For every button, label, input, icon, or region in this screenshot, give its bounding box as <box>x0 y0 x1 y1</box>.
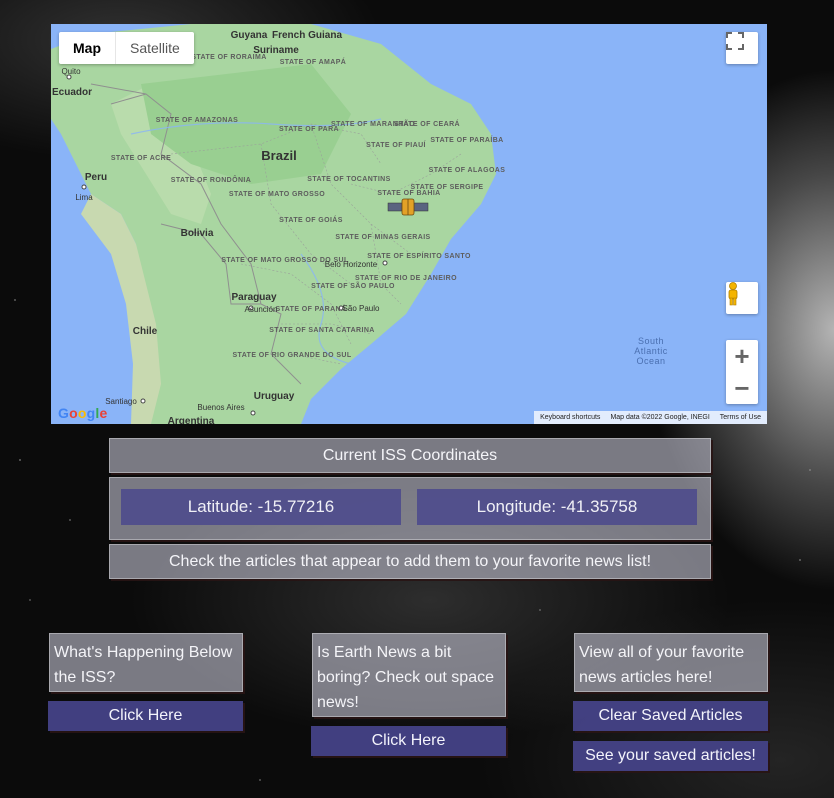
favorites-hint: Check the articles that appear to add th… <box>109 544 711 579</box>
zoom-in-button[interactable]: + <box>726 340 758 372</box>
fullscreen-icon <box>726 32 744 50</box>
zoom-control: + − <box>726 340 758 404</box>
svg-text:São Paulo: São Paulo <box>343 304 380 313</box>
svg-text:Lima: Lima <box>75 193 93 202</box>
latitude-display: Latitude: -15.77216 <box>121 489 401 525</box>
svg-text:STATE OF GOIÁS: STATE OF GOIÁS <box>279 215 343 224</box>
favorites-text: View all of your favorite news articles … <box>579 644 745 686</box>
svg-text:STATE OF SÃO PAULO: STATE OF SÃO PAULO <box>311 281 395 290</box>
svg-text:STATE OF PARÁ: STATE OF PARÁ <box>279 124 339 133</box>
svg-text:STATE OF ESPÍRITO SANTO: STATE OF ESPÍRITO SANTO <box>367 251 471 260</box>
svg-text:STATE OF PIAUÍ: STATE OF PIAUÍ <box>366 140 426 149</box>
svg-text:STATE OF ALAGOAS: STATE OF ALAGOAS <box>429 167 506 174</box>
terms-link[interactable]: Terms of Use <box>720 412 761 423</box>
svg-text:Ecuador: Ecuador <box>52 87 92 98</box>
svg-text:STATE OF PARANÁ: STATE OF PARANÁ <box>276 304 347 313</box>
svg-text:Guyana: Guyana <box>231 30 268 41</box>
svg-text:STATE OF RIO DE JANEIRO: STATE OF RIO DE JANEIRO <box>355 275 457 282</box>
svg-text:Belo Horizonte: Belo Horizonte <box>325 260 378 269</box>
svg-text:STATE OF RONDÔNIA: STATE OF RONDÔNIA <box>171 175 251 184</box>
see-saved-articles-button[interactable]: See your saved articles! <box>573 741 768 771</box>
space-news-button[interactable]: Click Here <box>311 726 506 756</box>
street-view-pegman-button[interactable] <box>726 282 758 314</box>
svg-text:STATE OF MINAS GERAIS: STATE OF MINAS GERAIS <box>335 234 430 241</box>
keyboard-shortcuts-link[interactable]: Keyboard shortcuts <box>540 412 600 423</box>
svg-text:Peru: Peru <box>85 172 107 183</box>
earth-news-button[interactable]: Click Here <box>48 701 243 731</box>
svg-text:Uruguay: Uruguay <box>254 391 295 402</box>
svg-text:Brazil: Brazil <box>261 148 296 163</box>
map-attribution: Keyboard shortcuts Map data ©2022 Google… <box>534 411 767 424</box>
svg-text:Ocean: Ocean <box>636 356 665 366</box>
svg-text:STATE OF PARAÍBA: STATE OF PARAÍBA <box>430 135 503 144</box>
svg-text:STATE OF AMAPÁ: STATE OF AMAPÁ <box>280 57 347 66</box>
map-type-control: Map Satellite <box>59 32 194 64</box>
favorites-card: View all of your favorite news articles … <box>574 633 768 692</box>
longitude-display: Longitude: -41.35758 <box>417 489 697 525</box>
earth-news-card: What's Happening Below the ISS? <box>49 633 243 692</box>
svg-text:Paraguay: Paraguay <box>231 292 276 303</box>
map-type-map-button[interactable]: Map <box>59 32 116 64</box>
svg-text:STATE OF AMAZONAS: STATE OF AMAZONAS <box>156 117 239 124</box>
svg-text:STATE OF CEARÁ: STATE OF CEARÁ <box>394 119 460 128</box>
svg-text:STATE OF MATO GROSSO: STATE OF MATO GROSSO <box>229 191 325 198</box>
map-canvas[interactable]: STATE OF RORAIMA STATE OF AMAPÁ STATE OF… <box>51 24 767 424</box>
google-logo[interactable]: Google <box>58 405 107 421</box>
svg-text:Quito: Quito <box>61 67 81 76</box>
clear-saved-articles-button[interactable]: Clear Saved Articles <box>573 701 768 731</box>
svg-text:STATE OF ACRE: STATE OF ACRE <box>111 155 171 162</box>
map-data-text: Map data ©2022 Google, INEGI <box>610 414 710 421</box>
iss-coordinates-panel: Latitude: -15.77216 Longitude: -41.35758 <box>109 477 711 540</box>
map-type-satellite-button[interactable]: Satellite <box>116 32 194 64</box>
svg-text:Suriname: Suriname <box>253 45 299 56</box>
iss-coordinates-title: Current ISS Coordinates <box>109 438 711 473</box>
svg-text:Bolivia: Bolivia <box>181 228 214 239</box>
svg-text:Atlantic: Atlantic <box>634 346 668 356</box>
svg-text:South: South <box>638 336 664 346</box>
svg-text:Buenos Aires: Buenos Aires <box>197 403 244 412</box>
iss-map[interactable]: STATE OF RORAIMA STATE OF AMAPÁ STATE OF… <box>51 24 767 424</box>
svg-text:French Guiana: French Guiana <box>272 30 342 41</box>
svg-text:STATE OF SANTA CATARINA: STATE OF SANTA CATARINA <box>269 327 375 334</box>
zoom-out-button[interactable]: − <box>726 372 758 404</box>
svg-text:STATE OF RIO GRANDE DO SUL: STATE OF RIO GRANDE DO SUL <box>232 352 351 359</box>
space-news-card: Is Earth News a bit boring? Check out sp… <box>312 633 506 717</box>
svg-text:STATE OF BAHIA: STATE OF BAHIA <box>377 190 440 197</box>
earth-news-text: What's Happening Below the ISS? <box>54 644 233 686</box>
svg-text:Asunción: Asunción <box>245 305 278 314</box>
svg-text:Santiago: Santiago <box>105 397 137 406</box>
fullscreen-button[interactable] <box>726 32 758 64</box>
svg-text:Chile: Chile <box>133 326 158 337</box>
pegman-icon <box>728 282 738 306</box>
svg-text:STATE OF TOCANTINS: STATE OF TOCANTINS <box>307 176 390 183</box>
space-news-text: Is Earth News a bit boring? Check out sp… <box>317 644 494 711</box>
svg-text:Argentina: Argentina <box>168 416 215 424</box>
